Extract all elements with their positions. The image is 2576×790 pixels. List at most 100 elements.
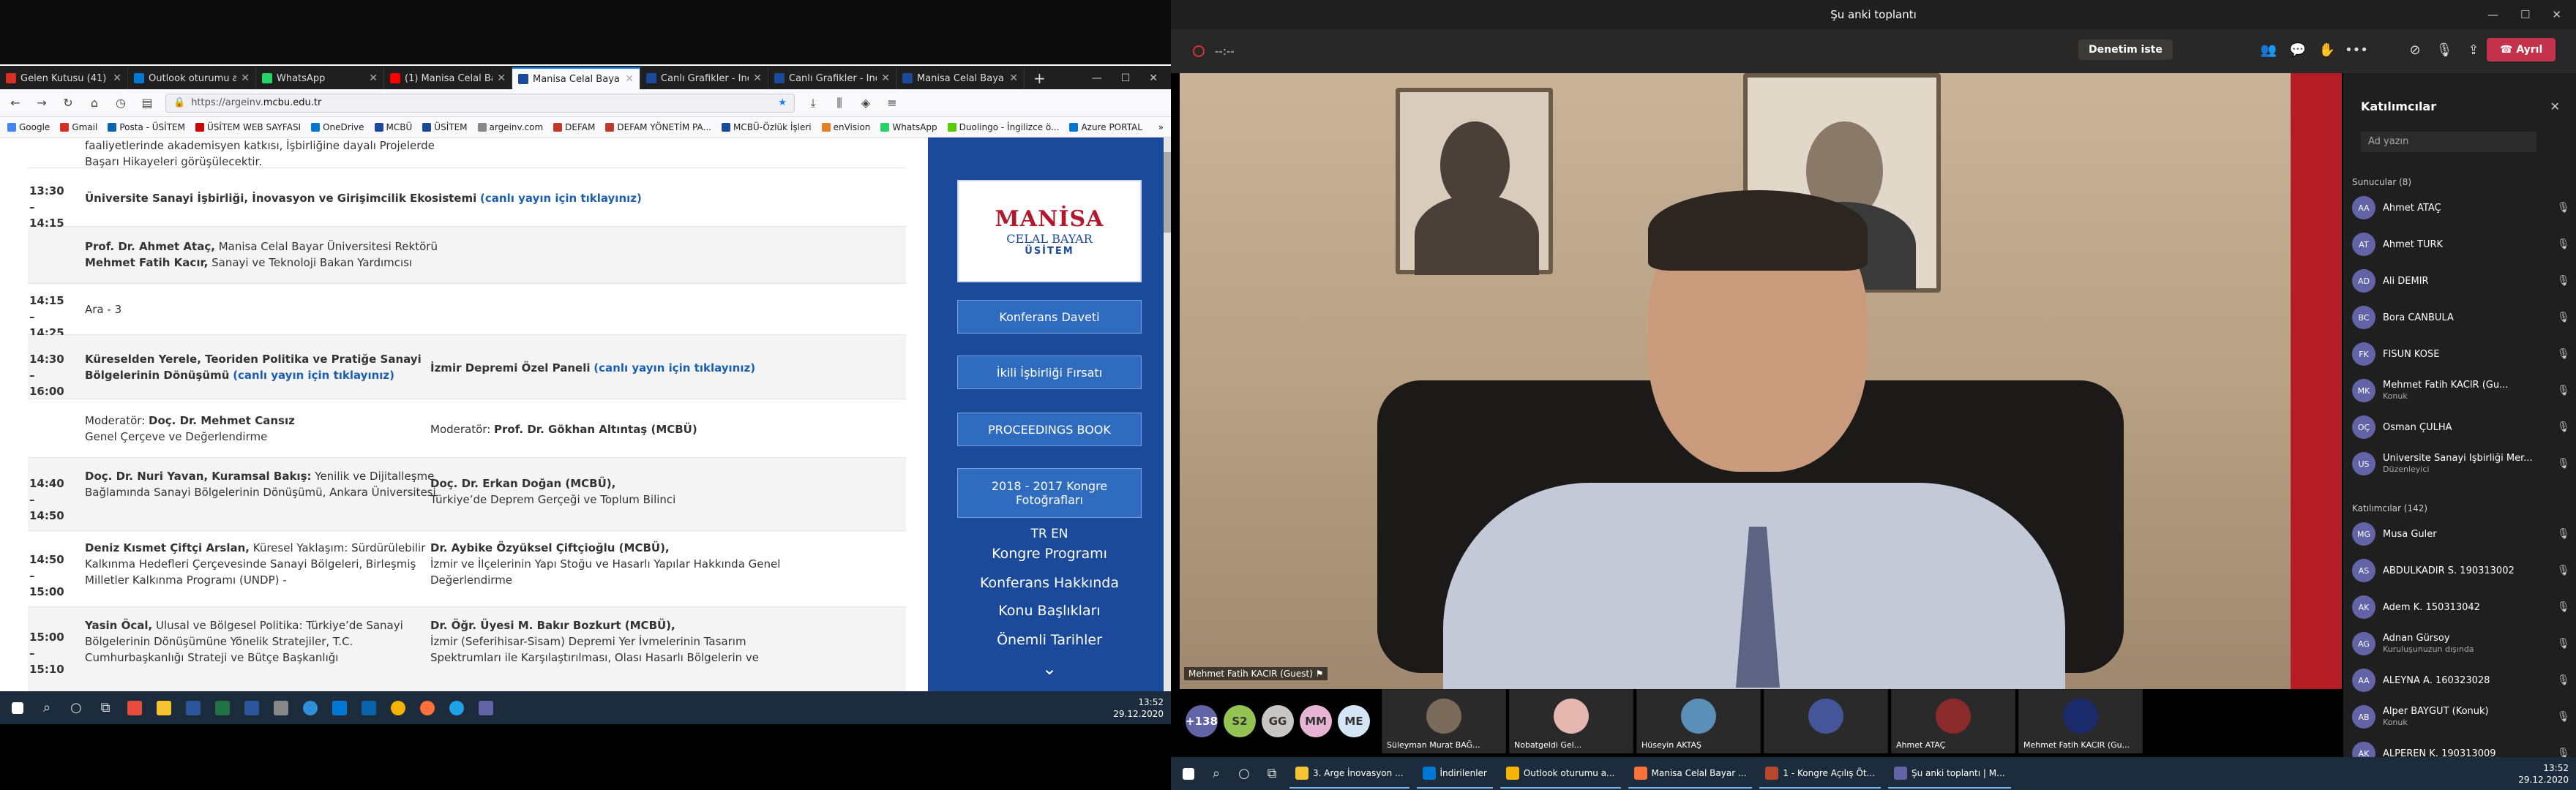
participant-row[interactable]: AK Adem K. 150313042 🎙: [2352, 590, 2572, 625]
participant-row[interactable]: MK Mehmet Fatih KACIR (Gu... Konuk 🎙: [2352, 373, 2572, 408]
edge-new-icon[interactable]: [446, 698, 467, 718]
bookmark-item[interactable]: Posta - ÜSİTEM: [108, 122, 185, 132]
calculator-icon[interactable]: [271, 698, 291, 718]
browser-tab[interactable]: Manisa Celal Bayar Ü... ✕: [896, 67, 1025, 89]
participant-row[interactable]: FK FİSUN KÖSE 🎙: [2352, 336, 2572, 372]
taskbar-app[interactable]: 1 - Kongre Açılış Öt...: [1759, 759, 1881, 789]
participant-avatar[interactable]: GG: [1262, 705, 1294, 737]
windows-start-icon[interactable]: [7, 698, 28, 718]
video-tile[interactable]: Mehmet Fatih KACIR (Gu...: [2018, 689, 2143, 753]
cortana-icon[interactable]: ○: [1234, 764, 1254, 784]
word-icon[interactable]: [183, 698, 203, 718]
live-stream-link[interactable]: (canlı yayın için tıklayınız): [594, 361, 755, 375]
bookmark-item[interactable]: ÜSİTEM WEB SAYFASI: [195, 122, 301, 132]
home-icon[interactable]: ⌂: [86, 96, 102, 110]
chevron-down-icon[interactable]: ⌄: [957, 658, 1142, 679]
participant-row[interactable]: AS ABDÜLKADİR S. 190313002 🎙: [2352, 553, 2572, 588]
taskbar-app[interactable]: Outlook oturumu a...: [1499, 759, 1621, 789]
bookmark-item[interactable]: MCBÜ-Özlük İşleri: [721, 122, 812, 132]
search-icon[interactable]: ⌕: [37, 698, 57, 718]
participants-icon[interactable]: 👥: [2254, 42, 2283, 58]
bookmark-item[interactable]: enVision: [821, 122, 870, 132]
camera-off-icon[interactable]: ⊘: [2400, 42, 2430, 58]
nav-about-conference[interactable]: Konferans Hakkında: [957, 575, 1142, 591]
participant-row[interactable]: AB Alper BAYGUT (Konuk) Konuk 🎙: [2352, 699, 2572, 734]
new-tab-icon[interactable]: +: [1025, 67, 1055, 89]
video-tile[interactable]: Süleyman Murat BAĞ...: [1382, 689, 1506, 753]
cortana-icon[interactable]: ○: [66, 698, 86, 718]
maximize-icon[interactable]: ☐: [2520, 8, 2530, 21]
explorer-icon[interactable]: [154, 698, 174, 718]
participant-row[interactable]: AG Adnan Gürsoy Kuruluşunuzun dışında 🎙: [2352, 626, 2572, 661]
nav-important-dates[interactable]: Önemli Tarihler: [957, 632, 1142, 648]
participant-row[interactable]: AT Ahmet TÜRK 🎙: [2352, 227, 2572, 262]
bookmark-item[interactable]: MCBÜ: [374, 122, 412, 132]
star-icon[interactable]: ★: [778, 97, 787, 108]
mic-off-icon[interactable]: 🎙: [2430, 42, 2459, 58]
minimize-icon[interactable]: —: [2487, 8, 2498, 21]
nav-topics[interactable]: Konu Başlıkları: [957, 603, 1142, 619]
participant-avatar[interactable]: MM: [1300, 705, 1332, 737]
bookmark-item[interactable]: DEFAM YÖNETİM PA...: [605, 122, 711, 132]
url-bar[interactable]: 🔒 https://argeinv.mcbu.edu.tr ★: [165, 93, 795, 113]
bookmarks-overflow-icon[interactable]: »: [1158, 122, 1164, 132]
bilateral-cooperation-button[interactable]: İkili İşbirliği Fırsatı: [957, 356, 1142, 389]
close-tab-icon[interactable]: ✕: [369, 72, 378, 84]
bookmark-item[interactable]: OneDrive: [311, 122, 364, 132]
proceedings-book-button[interactable]: PROCEEDINGS BOOK: [957, 413, 1142, 446]
taskbar-app[interactable]: Şu anki toplantı | M...: [1887, 759, 2011, 789]
participant-avatar[interactable]: ME: [1338, 705, 1370, 737]
bookmark-item[interactable]: ÜSİTEM: [422, 122, 468, 132]
reload-icon[interactable]: ↻: [60, 96, 76, 110]
task-view-icon[interactable]: ⧉: [95, 698, 116, 718]
browser-tab[interactable]: Outlook oturumu a... ✕: [128, 67, 256, 89]
close-tab-icon[interactable]: ✕: [113, 72, 121, 84]
live-stream-link[interactable]: (canlı yayın için tıklayınız): [480, 192, 642, 205]
bookmark-item[interactable]: Azure PORTAL: [1069, 122, 1142, 132]
live-stream-link[interactable]: (canlı yayın için tıklayınız): [233, 369, 394, 382]
participant-row[interactable]: AD Ali DEMİR 🎙: [2352, 263, 2572, 298]
video-tile[interactable]: Nobatgeldi Gel...: [1509, 689, 1633, 753]
participant-avatar[interactable]: S2: [1224, 705, 1256, 737]
browser-tab[interactable]: WhatsApp ✕: [256, 67, 384, 89]
windows-start-icon[interactable]: [1178, 764, 1199, 784]
close-tab-icon[interactable]: ✕: [1009, 72, 1018, 84]
video-tile[interactable]: Hüseyin AKTAŞ: [1636, 689, 1761, 753]
request-control-button[interactable]: Denetim iste: [2078, 40, 2173, 60]
close-icon[interactable]: ✕: [2552, 8, 2561, 21]
close-tab-icon[interactable]: ✕: [241, 72, 250, 84]
bookmark-item[interactable]: Duolingo - İngilizce ö...: [947, 122, 1059, 132]
participant-row[interactable]: AA ALEYNA A. 160323028 🎙: [2352, 663, 2572, 698]
raise-hand-icon[interactable]: ✋: [2313, 42, 2342, 58]
history-icon[interactable]: ◷: [113, 96, 129, 110]
participant-row[interactable]: BC Bora CANBULA 🎙: [2352, 300, 2572, 335]
bookmark-item[interactable]: Google: [7, 122, 50, 132]
bookmark-item[interactable]: DEFAM: [553, 122, 595, 132]
pin-icon[interactable]: ⚑: [1316, 669, 1324, 679]
bookmark-item[interactable]: WhatsApp: [880, 122, 937, 132]
maximize-icon[interactable]: ☐: [1121, 72, 1131, 84]
congress-photos-button[interactable]: 2018 - 2017 Kongre Fotoğrafları: [957, 468, 1142, 518]
teams-icon[interactable]: [476, 698, 496, 718]
bookmark-item[interactable]: argeinv.com: [477, 122, 543, 132]
close-tab-icon[interactable]: ✕: [625, 73, 634, 85]
conference-invite-button[interactable]: Konferans Daveti: [957, 300, 1142, 334]
taskbar-app[interactable]: Manisa Celal Bayar ...: [1628, 759, 1753, 789]
chat-icon[interactable]: 💬: [2283, 42, 2313, 58]
search-icon[interactable]: ⌕: [1206, 764, 1227, 784]
participant-search-input[interactable]: Ad yazın: [2361, 132, 2536, 152]
close-tab-icon[interactable]: ✕: [753, 72, 762, 84]
download-icon[interactable]: ⤓: [805, 96, 821, 110]
video-tile[interactable]: [1764, 689, 1888, 753]
task-view-icon[interactable]: ⧉: [1262, 764, 1282, 784]
menu-icon[interactable]: ≡: [884, 96, 900, 110]
close-panel-icon[interactable]: ✕: [2550, 99, 2560, 113]
firefox-icon[interactable]: [417, 698, 438, 718]
browser-tab[interactable]: Gelen Kutusu (41) ✕: [0, 67, 128, 89]
browser-tab[interactable]: Canlı Grafikler - İnov... ✕: [768, 67, 896, 89]
participant-row[interactable]: AA Ahmet ATAÇ 🎙: [2352, 190, 2572, 225]
taskbar-app[interactable]: 3. Arge İnovasyon ...: [1289, 759, 1409, 789]
language-switch[interactable]: TR EN: [957, 527, 1142, 541]
snip-icon[interactable]: [124, 698, 145, 718]
back-icon[interactable]: ←: [7, 96, 23, 110]
